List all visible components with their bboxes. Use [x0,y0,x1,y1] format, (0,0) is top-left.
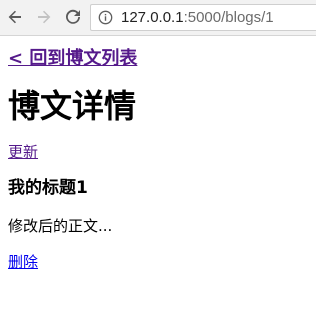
page-title: 博文详情 [8,87,137,125]
blog-title: 我的标题1 [8,178,88,198]
reload-icon[interactable] [62,6,84,28]
page-content: < 回到博文列表 博文详情 更新 我的标题1 修改后的正文... 删除 [8,36,316,272]
blog-body: 修改后的正文... [8,217,113,235]
back-to-list-link[interactable]: < 回到博文列表 [8,46,316,72]
back-arrow-icon[interactable] [4,6,26,28]
url-path: :5000/blogs/1 [183,9,274,26]
url-text[interactable]: 127.0.0.1:5000/blogs/1 [121,9,274,26]
update-link[interactable]: 更新 [8,142,316,162]
browser-toolbar: 127.0.0.1:5000/blogs/1 [0,0,316,36]
forward-arrow-icon[interactable] [33,6,55,28]
url-host: 127.0.0.1 [121,9,184,26]
address-bar[interactable]: 127.0.0.1:5000/blogs/1 [90,4,316,31]
delete-link[interactable]: 删除 [8,252,316,272]
info-icon[interactable] [97,10,113,26]
